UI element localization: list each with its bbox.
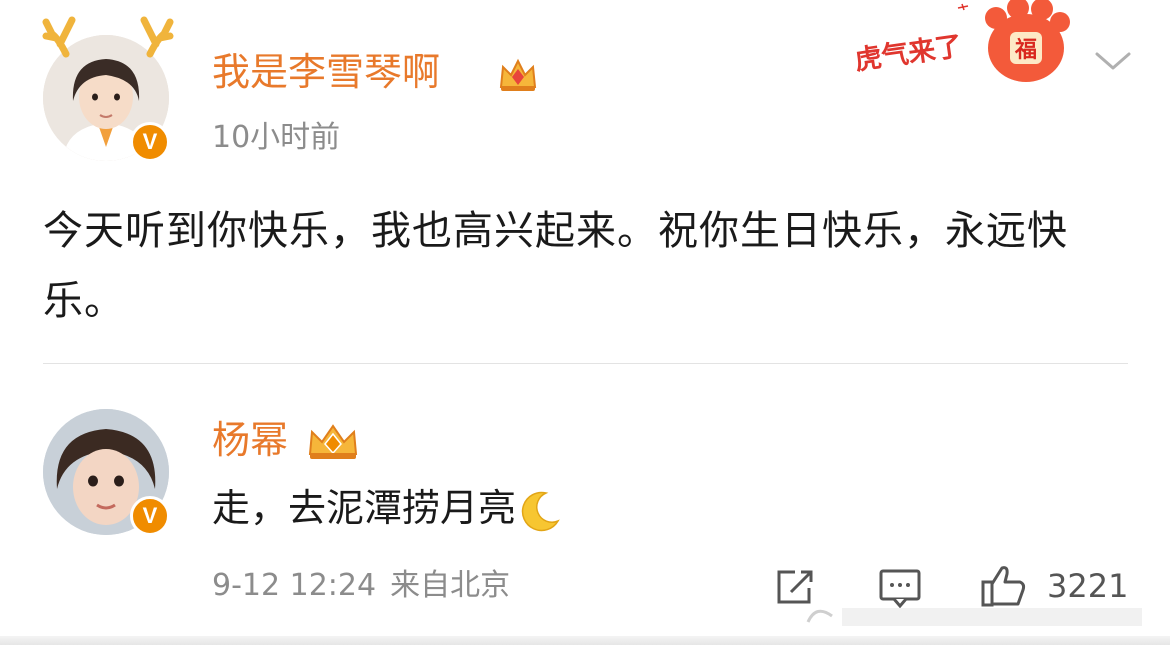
- verified-v-icon: V: [130, 496, 170, 536]
- chevron-down-icon[interactable]: [1093, 46, 1133, 76]
- comment-body-text: 走，去泥潭捞月亮: [212, 486, 517, 530]
- post-timestamp: 10小时前: [212, 120, 341, 155]
- festival-badge-char: 福: [1014, 38, 1037, 63]
- divider: [43, 363, 1128, 364]
- verified-v-icon: V: [130, 122, 170, 162]
- crown-icon: [499, 58, 537, 91]
- comment-date: 9-12 12:24: [212, 568, 377, 603]
- bottom-edge: [0, 636, 1170, 645]
- watermark-icon: [806, 608, 1142, 626]
- antler-decoration-icon: [42, 16, 174, 58]
- crown-icon: [308, 424, 358, 459]
- moon-emoji-icon: [521, 491, 560, 531]
- comment-meta: 9-12 12:24 来自北京: [212, 567, 510, 605]
- festival-badge-text: 虎气来了: [853, 31, 964, 77]
- comment-text-row: 走，去泥潭捞月亮: [212, 484, 562, 533]
- post-body-text: 今天听到你快乐，我也高兴起来。祝你生日快乐，永远快乐。: [43, 208, 1068, 324]
- post-author-name[interactable]: 我是李雪琴啊: [212, 50, 440, 94]
- comment-source: 来自北京: [390, 568, 511, 603]
- festival-badge-icon: 虎气来了 福: [853, 0, 1070, 82]
- comment-author-name[interactable]: 杨幂: [212, 418, 288, 462]
